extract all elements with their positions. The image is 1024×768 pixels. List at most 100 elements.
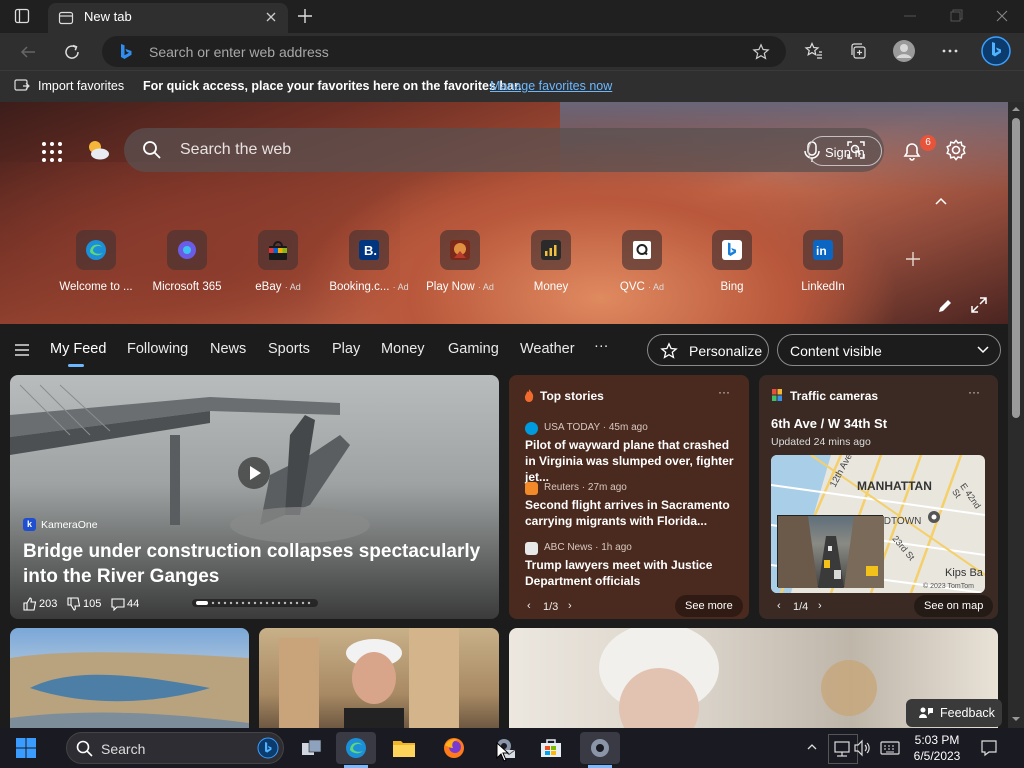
quick-link-booking[interactable]: B. Booking.c... · Ad xyxy=(325,230,413,293)
feed-tab-sports[interactable]: Sports xyxy=(268,341,310,357)
news-card-boxes[interactable] xyxy=(259,628,499,728)
fire-icon xyxy=(523,388,535,402)
restore-icon[interactable] xyxy=(946,6,966,26)
bing-chat-icon[interactable] xyxy=(980,35,1012,67)
import-favorites-button[interactable]: Import favorites xyxy=(38,79,124,93)
traffic-map[interactable]: MANHATTAN 12th Ave E 42nd St IDTOWN 23rd… xyxy=(771,455,985,593)
feed-tab-gaming[interactable]: Gaming xyxy=(448,341,499,357)
quick-link-linkedin[interactable]: in LinkedIn xyxy=(779,230,867,293)
content-visibility-dropdown[interactable]: Content visible xyxy=(777,334,1001,366)
next-chevron-icon[interactable]: › xyxy=(568,600,572,612)
quick-link-ebay[interactable]: eBay · Ad xyxy=(234,230,322,293)
tab-new-tab[interactable]: New tab xyxy=(48,3,288,33)
firefox-icon[interactable] xyxy=(434,732,474,764)
back-arrow-icon[interactable] xyxy=(18,42,38,62)
collapse-chevron-up-icon[interactable] xyxy=(933,195,949,207)
map-label: IDTOWN xyxy=(881,516,922,527)
next-chevron-icon[interactable]: › xyxy=(818,600,822,612)
feed-tab-play[interactable]: Play xyxy=(332,341,360,357)
expand-icon[interactable] xyxy=(970,296,988,314)
story-headline[interactable]: Second flight arrives in Sacramento carr… xyxy=(525,497,737,529)
traffic-title: Traffic cameras xyxy=(790,389,879,403)
reuters-logo-icon xyxy=(525,482,538,495)
feed-tab-money[interactable]: Money xyxy=(381,341,425,357)
visual-search-icon[interactable] xyxy=(846,140,866,160)
comment-icon[interactable] xyxy=(111,597,125,611)
file-explorer-icon[interactable] xyxy=(384,732,424,764)
previous-chevron-icon[interactable]: ‹ xyxy=(777,600,781,612)
address-bar[interactable]: Search or enter web address xyxy=(102,36,786,67)
manage-favorites-link[interactable]: Manage favorites now xyxy=(490,79,612,93)
quick-link-money[interactable]: Money xyxy=(507,230,595,293)
personalize-button[interactable]: Personalize xyxy=(647,334,769,366)
map-label: MANHATTAN xyxy=(857,479,932,493)
refresh-icon[interactable] xyxy=(62,42,82,62)
microsoft-store-icon[interactable] xyxy=(531,732,571,764)
previous-chevron-icon[interactable]: ‹ xyxy=(527,600,531,612)
see-on-map-button[interactable]: See on map xyxy=(914,595,994,617)
news-card-lake[interactable] xyxy=(10,628,249,728)
quick-link-play-now[interactable]: Play Now · Ad xyxy=(416,230,504,293)
feedback-button[interactable]: Feedback xyxy=(906,699,1002,727)
top-stories-more-icon[interactable]: ··· xyxy=(718,385,730,399)
close-window-icon[interactable] xyxy=(992,6,1012,26)
volume-speaker-icon[interactable] xyxy=(853,739,871,757)
start-windows-icon[interactable] xyxy=(6,732,46,764)
dislike-icon[interactable] xyxy=(67,597,81,611)
apps-launcher-icon[interactable] xyxy=(40,140,64,164)
scrollbar-thumb[interactable] xyxy=(1012,118,1020,418)
menu-hamburger-icon[interactable] xyxy=(14,343,30,357)
settings-gear-icon[interactable] xyxy=(944,138,968,162)
favorites-icon[interactable] xyxy=(804,41,824,61)
settings-app-icon[interactable] xyxy=(580,732,620,764)
quick-link-qvc[interactable]: QVC · Ad xyxy=(598,230,686,293)
add-quick-link-plus-icon[interactable] xyxy=(904,250,922,268)
show-hidden-icons-chevron-icon[interactable] xyxy=(806,742,818,752)
feed-tab-news[interactable]: News xyxy=(210,341,246,357)
like-icon[interactable] xyxy=(23,597,37,611)
feed-tab-following[interactable]: Following xyxy=(127,341,188,357)
quick-link-bing[interactable]: Bing xyxy=(688,230,776,293)
taskbar-edge-icon[interactable] xyxy=(336,732,376,764)
quick-link-label: LinkedIn xyxy=(801,281,845,293)
web-search-box[interactable]: Search the web xyxy=(124,128,884,172)
favorite-star-icon[interactable] xyxy=(752,43,770,61)
carousel-dots[interactable] xyxy=(192,599,318,607)
story-headline[interactable]: Trump lawyers meet with Justice Departme… xyxy=(525,557,737,589)
tab-title: New tab xyxy=(84,9,132,24)
vertical-scrollbar[interactable] xyxy=(1008,102,1024,728)
touch-keyboard-icon[interactable] xyxy=(880,740,900,756)
sign-in-button[interactable]: Sign in xyxy=(808,136,882,166)
tab-actions-icon[interactable] xyxy=(14,8,30,24)
feed-more-button[interactable]: ··· xyxy=(594,338,609,354)
traffic-more-icon[interactable]: ··· xyxy=(968,385,980,399)
more-options-icon[interactable] xyxy=(940,41,960,61)
system-clock[interactable]: 5:03 PM 6/5/2023 xyxy=(906,732,968,764)
quick-link-welcome[interactable]: Welcome to ... xyxy=(52,230,140,293)
money-chart-icon xyxy=(531,230,571,270)
scroll-up-arrow-icon[interactable] xyxy=(1012,105,1020,113)
main-news-card[interactable]: k KameraOne Bridge under construction co… xyxy=(10,375,499,619)
story-source: Reuters · 27m ago xyxy=(544,482,627,493)
play-video-button[interactable] xyxy=(238,457,270,489)
scroll-down-arrow-icon[interactable] xyxy=(1012,715,1020,723)
edit-background-icon[interactable] xyxy=(936,297,954,315)
quick-link-microsoft-365[interactable]: Microsoft 365 xyxy=(143,230,231,293)
top-stories-title: Top stories xyxy=(540,389,604,403)
see-more-button[interactable]: See more xyxy=(675,595,743,617)
card-headline[interactable]: Bridge under construction collapses spec… xyxy=(23,539,483,589)
feed-tab-weather[interactable]: Weather xyxy=(520,341,575,357)
traffic-camera-snapshot[interactable] xyxy=(777,515,884,588)
weather-icon[interactable] xyxy=(84,136,112,164)
collections-icon[interactable] xyxy=(848,41,868,61)
feed-tab-my-feed[interactable]: My Feed xyxy=(50,341,106,357)
notification-center-icon[interactable] xyxy=(980,739,998,757)
story-headline[interactable]: Pilot of wayward plane that crashed in V… xyxy=(525,437,737,485)
taskbar-search[interactable]: Search xyxy=(66,732,284,764)
quick-link-label: Microsoft 365 xyxy=(152,281,222,293)
profile-avatar[interactable] xyxy=(892,39,916,63)
task-view-icon[interactable] xyxy=(292,732,332,764)
new-tab-plus-icon[interactable] xyxy=(296,7,314,25)
minimize-icon[interactable] xyxy=(900,6,920,26)
close-tab-icon[interactable] xyxy=(264,10,278,24)
